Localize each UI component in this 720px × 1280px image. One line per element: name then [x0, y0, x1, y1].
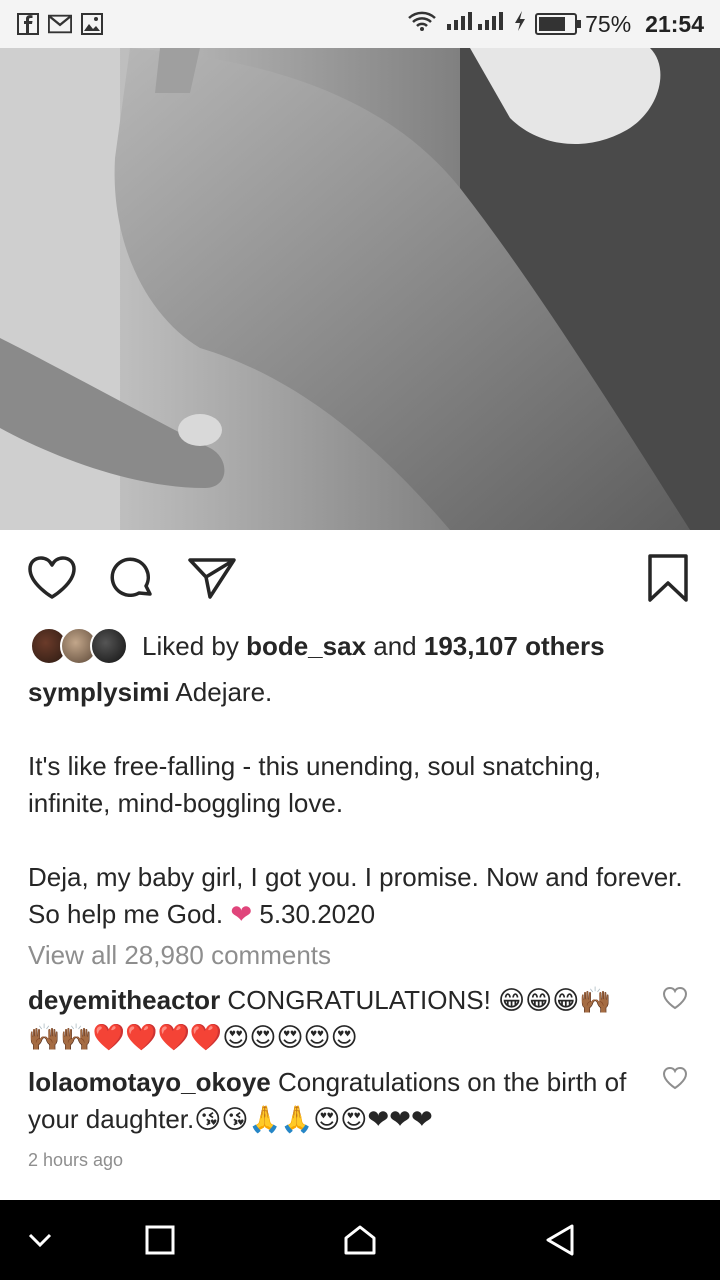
post-timestamp: 2 hours ago	[28, 1150, 124, 1170]
heart-outline-icon	[28, 556, 76, 599]
facebook-icon	[16, 12, 40, 36]
post-actions	[0, 540, 720, 616]
share-button[interactable]	[186, 552, 238, 604]
caption-username[interactable]: symplysimi	[28, 677, 170, 707]
caption-line1: Adejare.	[169, 677, 273, 707]
avatar	[90, 627, 128, 665]
comment-bubble-icon	[110, 557, 152, 597]
comment-button[interactable]	[106, 552, 158, 604]
back-triangle-icon	[546, 1224, 574, 1256]
view-all-comments-link[interactable]: View all 28,980 comments	[28, 940, 331, 971]
post-photo[interactable]	[0, 48, 720, 530]
clock: 21:54	[645, 10, 704, 37]
wifi-icon	[407, 10, 437, 38]
charging-icon	[513, 10, 527, 38]
likes-summary[interactable]: Liked by bode_sax and 193,107 others	[30, 626, 605, 666]
heart-outline-icon	[662, 1066, 688, 1090]
liker-avatars	[30, 627, 128, 665]
comment-username[interactable]: lolaomotayo_okoye	[28, 1067, 271, 1097]
photo-illustration	[0, 48, 720, 530]
gallery-icon	[80, 12, 104, 36]
recent-apps-button[interactable]	[140, 1220, 180, 1260]
caption-paragraph-2: It's like free-falling - this unending, …	[28, 751, 601, 818]
comment-item: deyemitheactor CONGRATULATIONS! 😁😁😁🙌🏾🙌🏾🙌…	[28, 982, 638, 1056]
likes-count[interactable]: 193,107 others	[424, 631, 605, 662]
comment-username[interactable]: deyemitheactor	[28, 985, 220, 1015]
likes-prefix: Liked by	[142, 630, 247, 661]
square-icon	[145, 1225, 175, 1255]
battery-percent: 75%	[585, 10, 632, 37]
post-caption: symplysimi Adejare. It's like free-falli…	[28, 674, 688, 933]
home-icon	[344, 1225, 376, 1255]
bookmark-icon	[648, 554, 688, 602]
heart-outline-icon	[662, 986, 688, 1010]
back-button[interactable]	[540, 1220, 580, 1260]
chevron-down-icon	[28, 1233, 52, 1248]
gmail-icon	[48, 12, 72, 36]
signal-icon	[445, 10, 505, 38]
pink-heart-icon: ❤	[230, 899, 253, 929]
send-paper-plane-icon	[188, 558, 236, 599]
likes-middle: and	[366, 630, 424, 661]
comment-like-button[interactable]	[662, 1066, 688, 1092]
save-button[interactable]	[642, 552, 694, 604]
system-nav-bar	[0, 1200, 720, 1280]
status-bar: 75% 21:54	[0, 0, 720, 48]
battery-icon	[535, 13, 582, 35]
hide-keyboard-button[interactable]	[20, 1220, 60, 1260]
like-button[interactable]	[26, 552, 78, 604]
home-button[interactable]	[340, 1220, 380, 1260]
comment-like-button[interactable]	[662, 986, 688, 1012]
liker-username[interactable]: bode_sax	[246, 631, 366, 662]
caption-date: 5.30.2020	[252, 899, 376, 929]
comment-item: lolaomotayo_okoye Congratulations on the…	[28, 1064, 638, 1138]
